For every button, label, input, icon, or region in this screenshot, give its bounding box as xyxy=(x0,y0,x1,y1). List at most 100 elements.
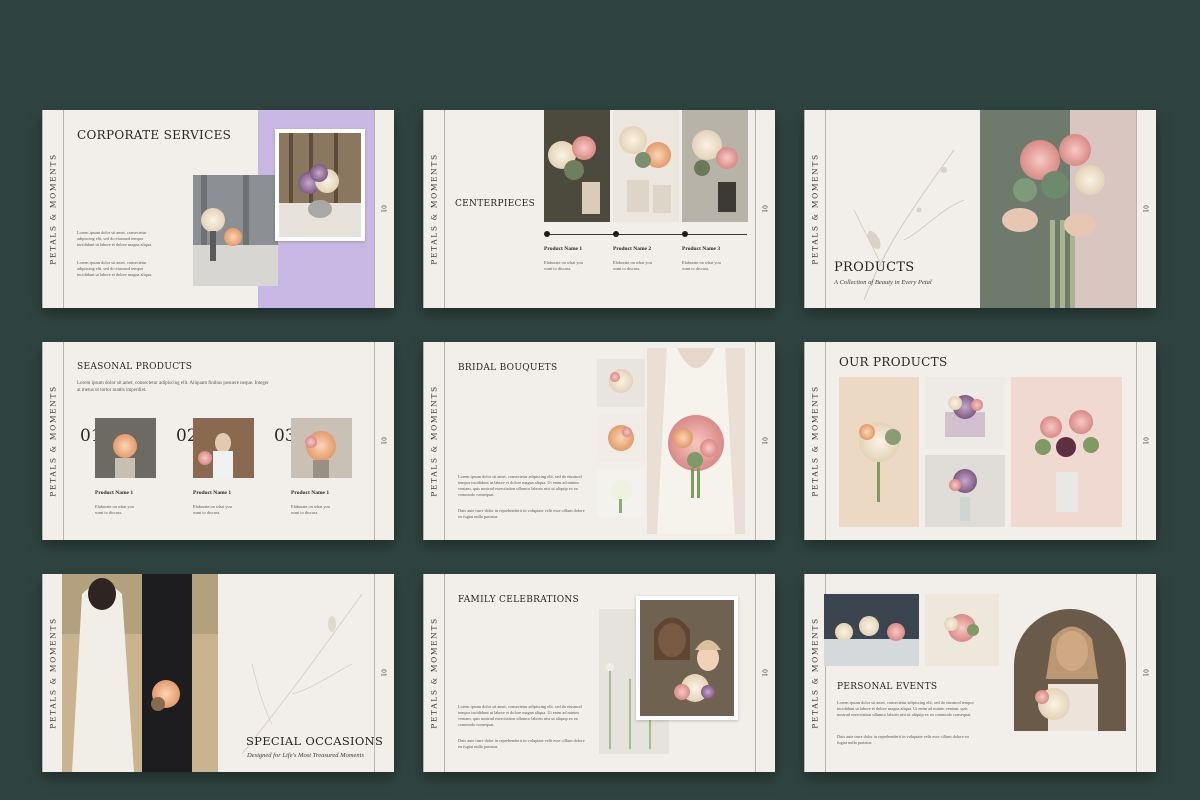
slide-spine: PETALS & MOMENTS xyxy=(42,342,64,540)
product-desc: Elaborate on what you want to discuss. xyxy=(682,260,721,271)
product-name: Product Name 1 xyxy=(95,490,134,496)
photo-seasonal-3 xyxy=(291,418,352,478)
slide-personal-events[interactable]: PETALS & MOMENTS 01 PERSONAL EVENTS Lore… xyxy=(804,574,1156,772)
brand-label: PETALS & MOMENTS xyxy=(810,153,820,265)
right-rule xyxy=(1136,110,1137,308)
body-paragraph: Lorem ipsum dolor sit amet, consectetur … xyxy=(77,230,153,247)
slide-title: FAMILY CELEBRATIONS xyxy=(458,595,580,605)
right-rule xyxy=(755,342,756,540)
right-rule xyxy=(374,110,375,308)
slide-our-products[interactable]: PETALS & MOMENTS 01 OUR PRODUCTS xyxy=(804,342,1156,540)
photo-bride-bouquet xyxy=(647,348,745,534)
brand-label: PETALS & MOMENTS xyxy=(48,153,58,265)
page-number: 01 xyxy=(760,205,768,213)
slide-title: PRODUCTS xyxy=(834,260,915,275)
page-number: 01 xyxy=(760,437,768,445)
page-number: 01 xyxy=(379,669,387,677)
slide-title: BRIDAL BOUQUETS xyxy=(458,363,558,373)
right-rule xyxy=(1136,574,1137,772)
photo-mother-daughter xyxy=(640,600,734,716)
photo-product-pink-vase xyxy=(1011,377,1122,527)
slide-spine: PETALS & MOMENTS xyxy=(804,342,826,540)
brand-label: PETALS & MOMENTS xyxy=(48,385,58,497)
product-name: Product Name 2 xyxy=(613,246,652,252)
photo-candle-centerpiece-1 xyxy=(544,110,610,222)
photo-woman-flowers-arch xyxy=(1014,609,1126,731)
product-desc: Elaborate on what you want to discuss. xyxy=(95,504,134,515)
photo-product-cream-bouquet xyxy=(839,377,919,527)
body-paragraph: Duis aute irure dolor in reprehenderit i… xyxy=(837,734,969,745)
slide-subtitle: A Collection of Beauty in Every Petal xyxy=(834,279,932,286)
product-desc: Elaborate on what you want to discuss. xyxy=(193,504,232,515)
slide-title: SEASONAL PRODUCTS xyxy=(77,362,193,372)
photo-hands-bouquet xyxy=(980,110,1136,308)
slide-seasonal-products[interactable]: PETALS & MOMENTS 01 SEASONAL PRODUCTS Lo… xyxy=(42,342,394,540)
slide-family-celebrations[interactable]: PETALS & MOMENTS 01 FAMILY CELEBRATIONS … xyxy=(423,574,775,772)
photo-product-gift-box xyxy=(925,377,1005,449)
product-desc: Elaborate on what you want to discuss. xyxy=(544,260,583,271)
page-number: 01 xyxy=(379,437,387,445)
page-number: 01 xyxy=(379,205,387,213)
slide-corporate-services[interactable]: PETALS & MOMENTS 01 CORPORATE SERVICES L… xyxy=(42,110,394,308)
right-rule xyxy=(374,574,375,772)
timeline-dot xyxy=(682,231,688,237)
slide-title: PERSONAL EVENTS xyxy=(837,682,938,692)
photo-pink-bouquet xyxy=(925,594,999,666)
slide-products[interactable]: PETALS & MOMENTS PRODUCTS A Collection o… xyxy=(804,110,1156,308)
photo-seasonal-1 xyxy=(95,418,156,478)
slide-bridal-bouquets[interactable]: PETALS & MOMENTS 01 BRIDAL BOUQUETS Lore… xyxy=(423,342,775,540)
right-rule xyxy=(755,574,756,772)
timeline-dot xyxy=(544,231,550,237)
right-rule xyxy=(1136,342,1137,540)
photo-event-hall xyxy=(824,594,919,666)
slide-title: SPECIAL OCCASIONS xyxy=(246,734,384,748)
slide-spine: PETALS & MOMENTS xyxy=(42,574,64,772)
brand-label: PETALS & MOMENTS xyxy=(429,385,439,497)
body-paragraph: Lorem ipsum dolor sit amet, consectetur … xyxy=(77,260,153,277)
brand-label: PETALS & MOMENTS xyxy=(810,385,820,497)
slide-spine: PETALS & MOMENTS xyxy=(423,342,445,540)
page-number: 01 xyxy=(1141,437,1149,445)
photo-frame xyxy=(636,596,738,720)
photo-thumb-bouquet-2 xyxy=(597,414,645,462)
timeline-line xyxy=(547,234,747,235)
photo-thumb-bouquet-1 xyxy=(597,359,645,407)
product-desc: Elaborate on what you want to discuss. xyxy=(291,504,330,515)
brand-label: PETALS & MOMENTS xyxy=(429,617,439,729)
slide-subtitle: Designed for Life's Most Treasured Momen… xyxy=(247,752,365,759)
photo-candle-centerpiece-2 xyxy=(613,110,679,222)
product-name: Product Name 1 xyxy=(291,490,330,496)
photo-candle-centerpiece-3 xyxy=(682,110,748,222)
slide-spine: PETALS & MOMENTS xyxy=(804,574,826,772)
page-number: 01 xyxy=(1141,669,1149,677)
photo-wedding-couple xyxy=(62,574,218,772)
slide-title: OUR PRODUCTS xyxy=(839,355,948,369)
photo-office-flowers xyxy=(193,175,278,286)
timeline-dot xyxy=(613,231,619,237)
intro-paragraph: Lorem ipsum dolor sit amet, consectetur … xyxy=(77,381,269,393)
slide-title: CORPORATE SERVICES xyxy=(77,128,232,142)
brand-label: PETALS & MOMENTS xyxy=(429,153,439,265)
page-number: 01 xyxy=(1141,205,1149,213)
slide-special-occasions[interactable]: PETALS & MOMENTS SPECIAL OCCASIONS Desig… xyxy=(42,574,394,772)
photo-lavender-arrangement xyxy=(279,133,361,237)
body-paragraph: Lorem ipsum dolor sit amet, consectetur … xyxy=(837,700,974,717)
right-rule xyxy=(374,342,375,540)
product-name: Product Name 1 xyxy=(193,490,232,496)
product-name: Product Name 3 xyxy=(682,246,721,252)
slide-spine: PETALS & MOMENTS xyxy=(804,110,826,308)
slide-spine: PETALS & MOMENTS xyxy=(42,110,64,308)
body-paragraph: Duis aute irure dolor in reprehenderit i… xyxy=(458,738,585,749)
slide-spine: PETALS & MOMENTS xyxy=(423,110,445,308)
body-paragraph: Lorem ipsum dolor sit amet, consectetur … xyxy=(458,474,582,497)
photo-thumb-bouquet-3 xyxy=(597,469,645,517)
slide-centerpieces[interactable]: PETALS & MOMENTS 01 CENTERPIECES Product… xyxy=(423,110,775,308)
brand-label: PETALS & MOMENTS xyxy=(48,617,58,729)
slide-title: CENTERPIECES xyxy=(455,199,536,209)
body-paragraph: Duis aute irure dolor in reprehenderit i… xyxy=(458,508,585,519)
photo-seasonal-2 xyxy=(193,418,254,478)
product-name: Product Name 1 xyxy=(544,246,583,252)
right-rule xyxy=(755,110,756,308)
brand-label: PETALS & MOMENTS xyxy=(810,617,820,729)
body-paragraph: Lorem ipsum dolor sit amet, consectetur … xyxy=(458,704,582,727)
